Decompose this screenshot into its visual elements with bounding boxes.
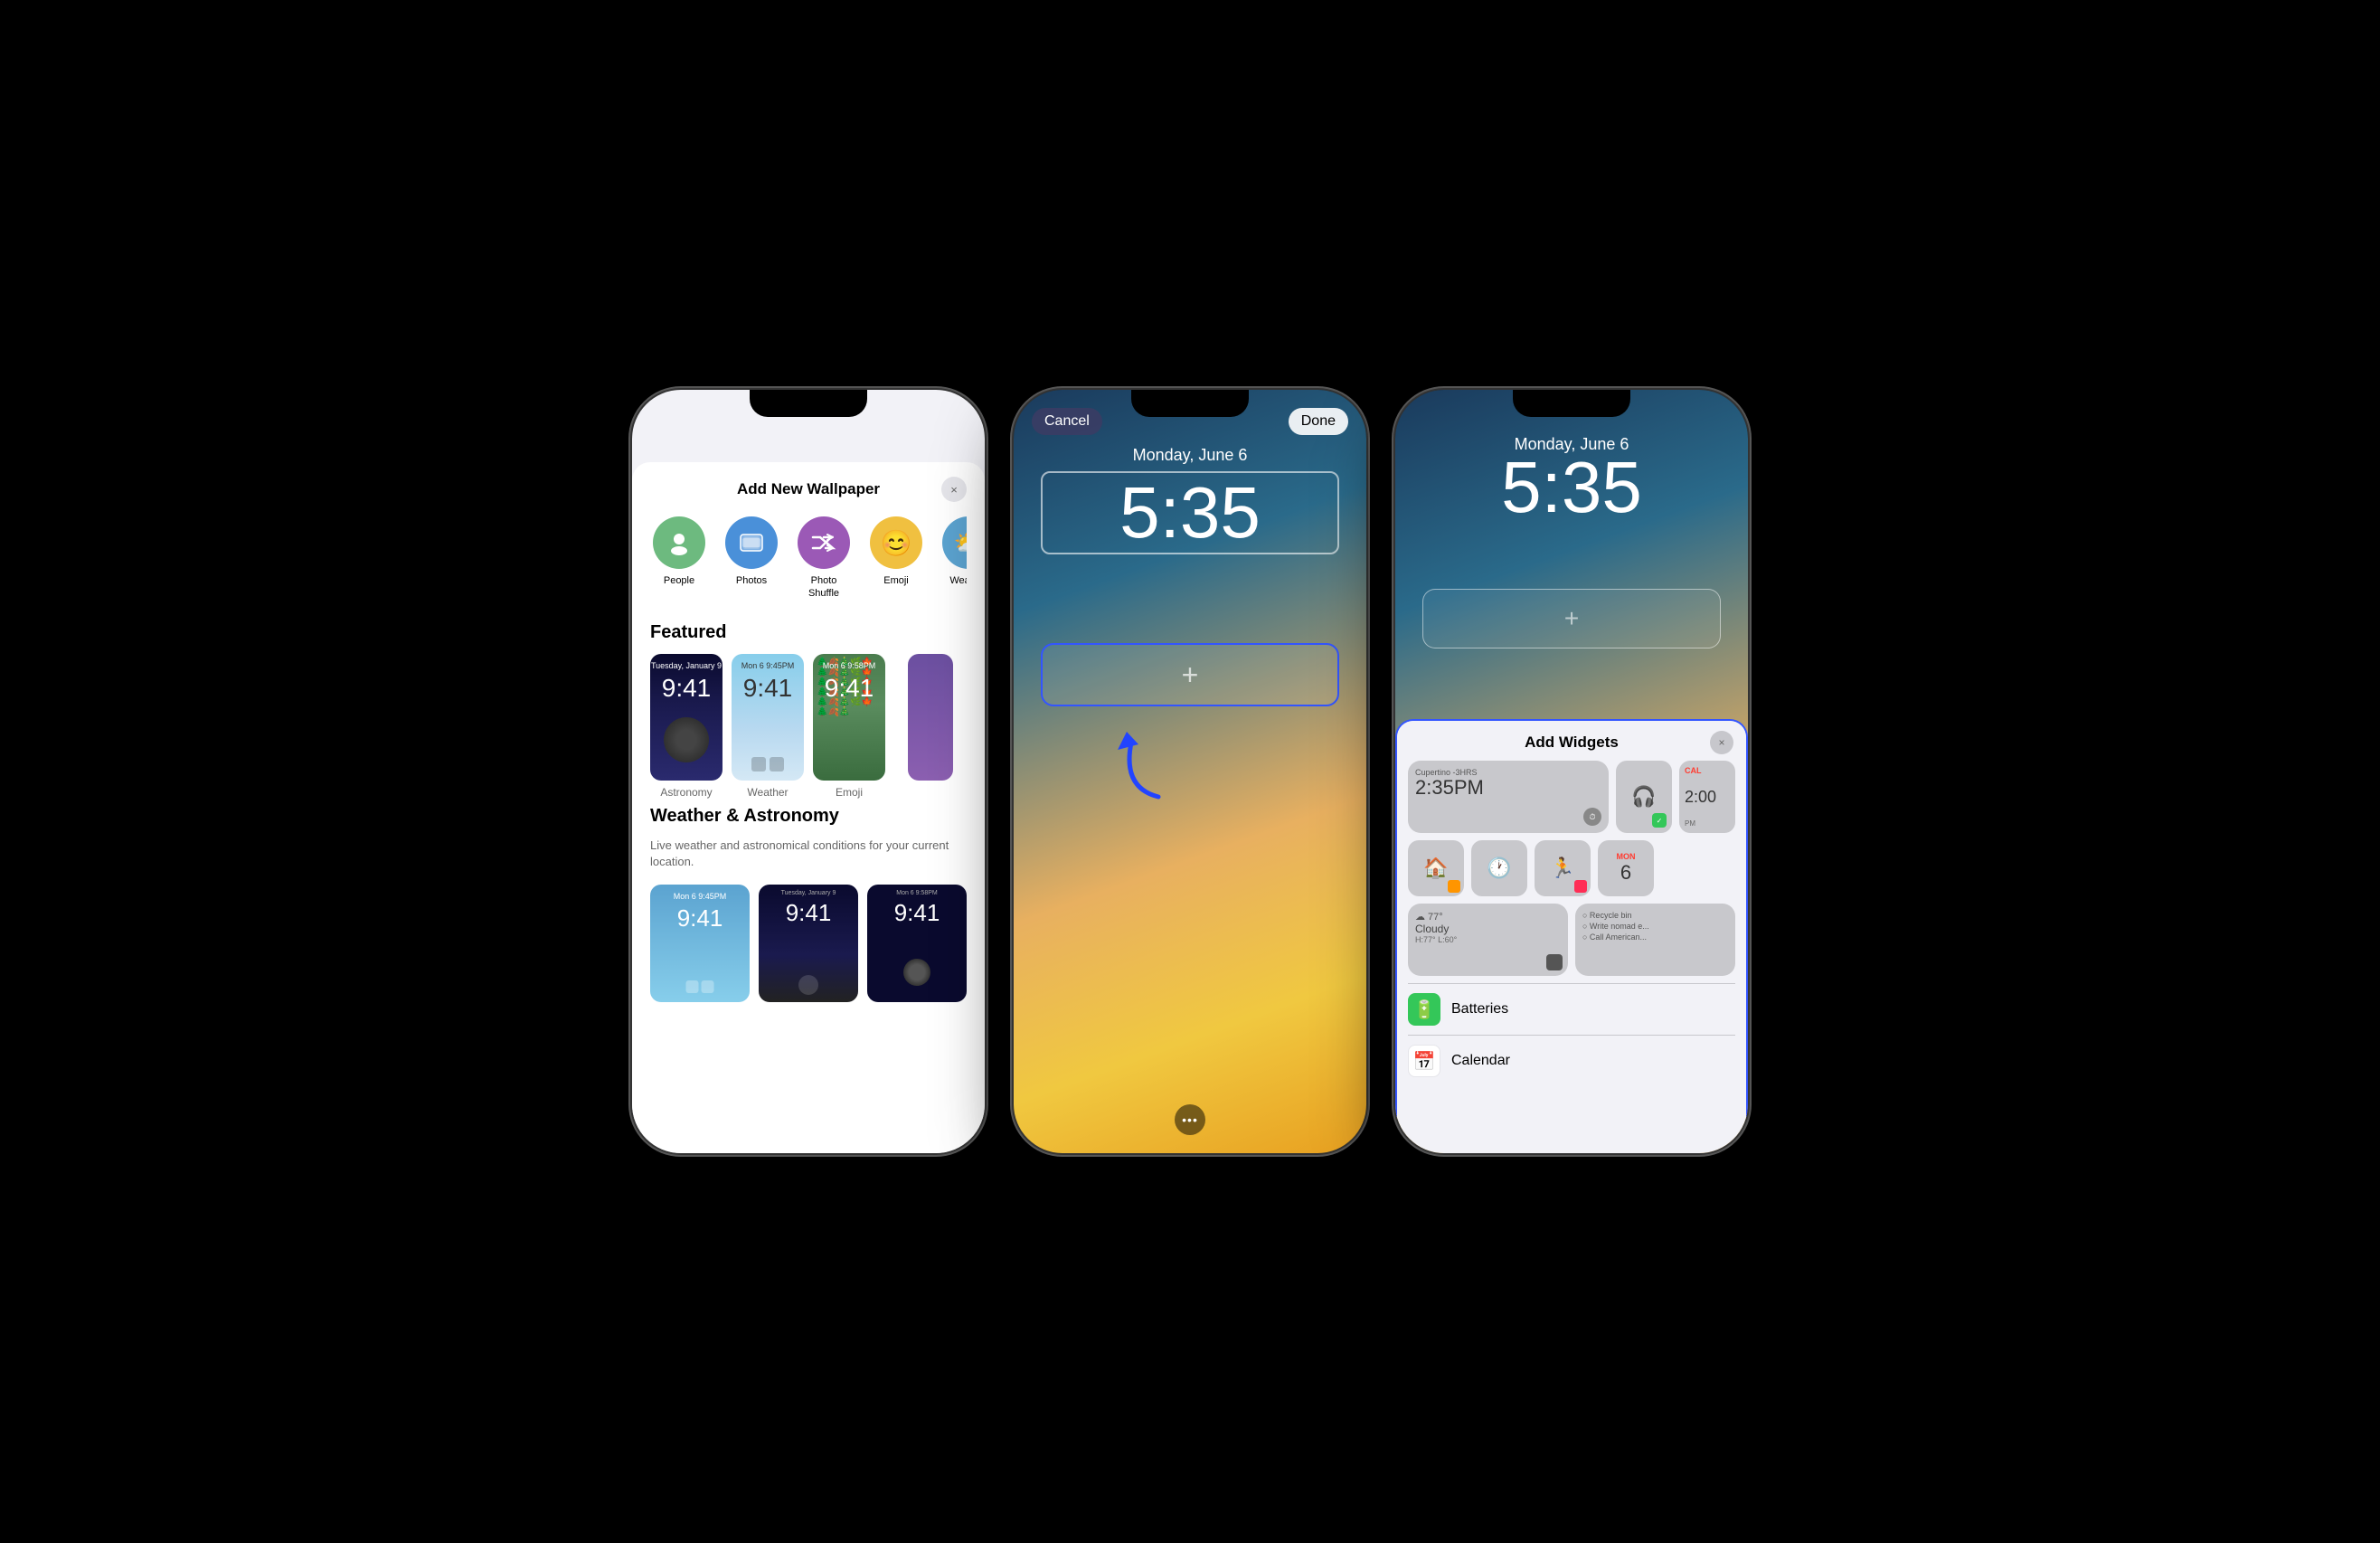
wallpaper-type-weather[interactable]: ⛅ Weather (940, 516, 967, 601)
widget-row-2: 🏠 🕐 🏃 MON 6 (1397, 840, 1746, 904)
wallpaper-type-emoji[interactable]: 😊 Emoji (867, 516, 925, 601)
shuffle-icon (798, 516, 850, 569)
people-label: People (664, 574, 694, 587)
featured-emoji[interactable]: 🌲🍂🎄🌿🍁🌲🍂🎄🌿🍁🌲🍂🎄🌿🍁🌲🍂🎄🌿🍁🌲🍂🎄🌿🍁🌲🍂🎄 Mon 6 9:58P… (813, 654, 885, 799)
phone-2: Cancel Done Monday, June 6 5:35 + (1014, 390, 1366, 1153)
modal-close-button[interactable]: × (941, 477, 967, 502)
weather-thumb-3[interactable]: Mon 6 9:58PM 9:41 (867, 885, 967, 1002)
emoji-pattern: 🌲🍂🎄🌿🍁🌲🍂🎄🌿🍁🌲🍂🎄🌿🍁🌲🍂🎄🌿🍁🌲🍂🎄🌿🍁🌲🍂🎄 (813, 654, 885, 781)
modal-header: Add New Wallpaper × (650, 480, 967, 498)
widget-clock[interactable]: 🕐 (1471, 840, 1527, 896)
aw-close-icon: × (1718, 736, 1724, 749)
aw-title: Add Widgets (1525, 734, 1619, 752)
batteries-app-icon: 🔋 (1408, 993, 1440, 1026)
notch-2 (1131, 390, 1249, 417)
featured-weather[interactable]: Mon 6 9:45PM 9:41 Weather (732, 654, 804, 799)
widget-row-1: Cupertino -3HRS 2:35PM ⏱ 🎧 ✓ (1397, 761, 1746, 840)
astronomy-thumb: Tuesday, January 9 9:41 (650, 654, 722, 781)
wallpaper-type-people[interactable]: People (650, 516, 708, 601)
p3-widget-placeholder[interactable]: + (1422, 589, 1721, 648)
widget-weather-summary[interactable]: ☁ 77° Cloudy H:77° L:60° (1408, 904, 1568, 976)
weather-thumb-1[interactable]: Mon 6 9:45PM 9:41 (650, 885, 750, 1002)
notch (750, 390, 867, 417)
add-wallpaper-sheet: Add New Wallpaper × People (632, 462, 985, 1153)
widget-fitness[interactable]: 🏃 (1535, 840, 1591, 896)
modal-title: Add New Wallpaper (737, 480, 880, 498)
batteries-app-name: Batteries (1451, 1001, 1508, 1018)
shuffle-label: PhotoShuffle (808, 574, 839, 601)
widget-reminders[interactable]: ○ Recycle bin ○ Write nomad e... ○ Call … (1575, 904, 1735, 976)
widget-calendar-small[interactable]: CAL 2:00 PM (1679, 761, 1735, 833)
add-widget-box[interactable]: + (1041, 643, 1339, 706)
phone-3: Monday, June 6 5:35 + Add Widgets × (1395, 390, 1748, 1153)
calendar-app-icon: 📅 (1408, 1045, 1440, 1077)
wallpaper-type-list: People Photos PhotoShuffle (650, 516, 967, 601)
photos-icon (725, 516, 778, 569)
notch-3 (1513, 390, 1630, 417)
emoji-label: Emoji (883, 574, 909, 587)
aw-close-button[interactable]: × (1710, 731, 1733, 754)
emoji-icon-btn: 😊 (870, 516, 922, 569)
wallpaper-type-photos[interactable]: Photos (722, 516, 780, 601)
phone1-screen: Add New Wallpaper × People (632, 390, 985, 1153)
add-widgets-panel: Add Widgets × Cupertino -3HRS 2:35PM ⏱ (1395, 719, 1748, 1153)
featured-purple[interactable] (894, 654, 967, 799)
p3-time: 5:35 (1395, 451, 1748, 524)
weather-astro-grid: Mon 6 9:45PM 9:41 Tuesday, January 9 9:4… (650, 885, 967, 1002)
phone3-screen: Monday, June 6 5:35 + Add Widgets × (1395, 390, 1748, 1153)
widget-row-3: ☁ 77° Cloudy H:77° L:60° ○ Recycle bin ○… (1397, 904, 1746, 983)
wallpaper-type-shuffle[interactable]: PhotoShuffle (795, 516, 853, 601)
cancel-button[interactable]: Cancel (1032, 408, 1102, 435)
featured-grid: Tuesday, January 9 9:41 Astronomy Mon 6 … (650, 654, 967, 799)
app-calendar[interactable]: 📅 Calendar (1408, 1035, 1735, 1086)
lockscreen-date-2: Monday, June 6 (1014, 446, 1366, 465)
astronomy-label: Astronomy (660, 786, 712, 799)
phone2-screen: Cancel Done Monday, June 6 5:35 + (1014, 390, 1366, 1153)
app-batteries[interactable]: 🔋 Batteries (1408, 983, 1735, 1035)
aw-header: Add Widgets × (1397, 721, 1746, 761)
add-widget-plus-icon: + (1182, 658, 1199, 692)
widget-airpods[interactable]: 🎧 ✓ (1616, 761, 1672, 833)
lockscreen-time-2: 5:35 (1046, 477, 1334, 549)
weather-thumb-2[interactable]: Tuesday, January 9 9:41 (759, 885, 858, 1002)
emoji-feat-label: Emoji (836, 786, 863, 799)
p3-plus-icon: + (1564, 604, 1579, 633)
weather-icon-btn: ⛅ (942, 516, 967, 569)
widget-weather-large[interactable]: Cupertino -3HRS 2:35PM ⏱ (1408, 761, 1609, 833)
calendar-app-name: Calendar (1451, 1053, 1510, 1069)
people-icon (653, 516, 705, 569)
arrow-indicator (1104, 715, 1176, 810)
photos-label: Photos (736, 574, 767, 587)
app-list: 🔋 Batteries 📅 Calendar (1397, 983, 1746, 1086)
weather-thumb: Mon 6 9:45PM 9:41 (732, 654, 804, 781)
weather-astro-title: Weather & Astronomy (650, 806, 967, 827)
purple-thumb (908, 654, 953, 781)
scene: Add New Wallpaper × People (596, 354, 1784, 1189)
featured-astronomy[interactable]: Tuesday, January 9 9:41 Astronomy (650, 654, 722, 799)
dots-icon: ••• (1182, 1112, 1198, 1127)
done-button[interactable]: Done (1289, 408, 1348, 435)
phone-1: Add New Wallpaper × People (632, 390, 985, 1153)
weather-astro-desc: Live weather and astronomical conditions… (650, 838, 967, 870)
time-edit-box[interactable]: 5:35 (1041, 471, 1339, 554)
featured-title: Featured (650, 622, 967, 643)
close-icon: × (950, 483, 958, 497)
widget-home[interactable]: 🏠 (1408, 840, 1464, 896)
widget-cal-date[interactable]: MON 6 (1598, 840, 1654, 896)
weather-label: Weather (949, 574, 967, 587)
emoji-thumb: 🌲🍂🎄🌿🍁🌲🍂🎄🌿🍁🌲🍂🎄🌿🍁🌲🍂🎄🌿🍁🌲🍂🎄🌿🍁🌲🍂🎄 Mon 6 9:58P… (813, 654, 885, 781)
dots-menu[interactable]: ••• (1175, 1104, 1205, 1135)
weather-feat-label: Weather (747, 786, 788, 799)
